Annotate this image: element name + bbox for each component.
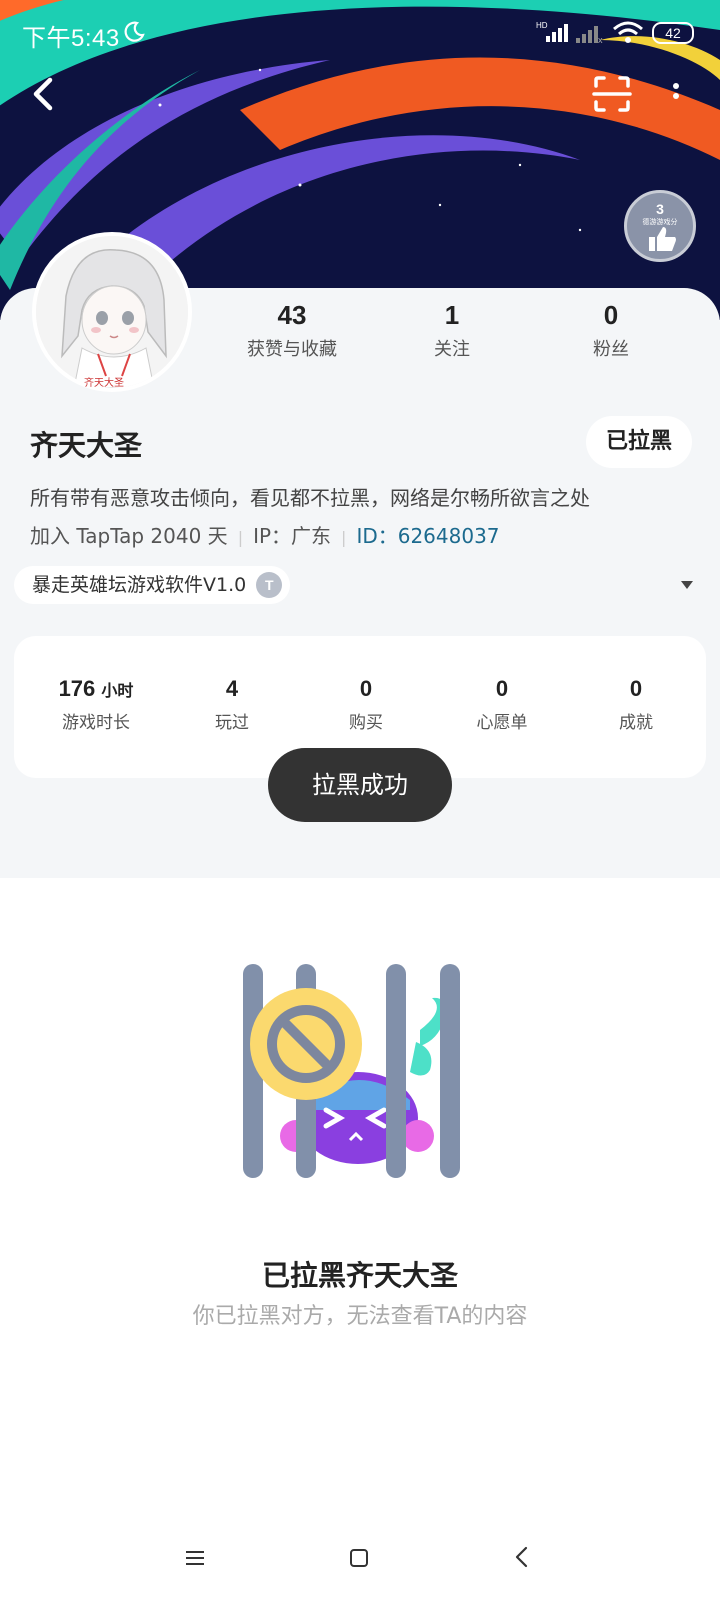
more-options-icon[interactable] bbox=[664, 78, 688, 114]
game-tag-icon: T bbox=[256, 572, 283, 598]
game-chip[interactable]: 暴走英雄坛游戏软件V1.0 T bbox=[14, 566, 291, 604]
home-icon[interactable] bbox=[349, 1548, 369, 1568]
system-nav-bar bbox=[0, 1540, 720, 1580]
status-time: 下午5:43 bbox=[22, 25, 120, 52]
blocked-cage-illustration bbox=[243, 964, 460, 1178]
signal-icon: HD bbox=[536, 21, 568, 42]
avatar-caption: 齐天大圣 bbox=[84, 378, 124, 389]
profile-meta: 加入 TapTap 2040 天 | IP：广东 | ID：62648037 bbox=[30, 520, 500, 549]
stat-likes[interactable]: 43 获赞与收藏 bbox=[222, 300, 362, 361]
thumbs-up-icon bbox=[649, 227, 676, 251]
nav-back-icon[interactable] bbox=[514, 1546, 530, 1568]
empty-state-title: 已拉黑齐天大圣 bbox=[261, 1259, 458, 1292]
user-id[interactable]: ID：62648037 bbox=[356, 524, 499, 548]
stat-label: 获赞与收藏 bbox=[247, 339, 337, 360]
dropdown-arrow-icon[interactable] bbox=[680, 580, 694, 590]
blocked-button[interactable]: 已拉黑 bbox=[586, 416, 692, 468]
game-stat-label: 玩过 bbox=[215, 713, 249, 733]
game-stat-number: 176 bbox=[58, 676, 96, 701]
game-stat-label: 心愿单 bbox=[476, 713, 528, 733]
game-stat-value: 4 bbox=[225, 676, 239, 701]
game-stat-value: 176 小时 bbox=[36, 676, 156, 702]
stat-value: 43 bbox=[277, 300, 307, 330]
game-stat-label: 成就 bbox=[619, 713, 653, 733]
toast-message: 拉黑成功 bbox=[268, 748, 452, 822]
empty-state-description: 你已拉黑对方，无法查看TA的内容 bbox=[192, 1304, 528, 1329]
game-chip-label: 暴走英雄坛游戏软件V1.0 bbox=[32, 574, 247, 596]
stat-value: 1 bbox=[444, 300, 460, 330]
game-stat-label: 购买 bbox=[349, 713, 383, 733]
svg-text:HD: HD bbox=[536, 21, 548, 30]
game-stat-playtime[interactable]: 176 小时 游戏时长 bbox=[36, 676, 156, 733]
game-stat-label: 游戏时长 bbox=[62, 713, 130, 733]
avatar[interactable] bbox=[32, 232, 192, 392]
game-stat-value: 0 bbox=[495, 676, 509, 701]
game-stat-played[interactable]: 4 玩过 bbox=[172, 676, 292, 733]
stat-label: 粉丝 bbox=[593, 339, 629, 360]
game-stat-wishlist[interactable]: 0 心愿单 bbox=[442, 676, 562, 733]
stat-followers[interactable]: 0 粉丝 bbox=[541, 300, 681, 361]
meta-divider: | bbox=[237, 528, 244, 547]
game-stat-achievements[interactable]: 0 成就 bbox=[576, 676, 696, 733]
joined-days: 加入 TapTap 2040 天 bbox=[30, 524, 228, 548]
game-stat-purchased[interactable]: 0 购买 bbox=[306, 676, 426, 733]
scan-icon[interactable] bbox=[592, 74, 632, 114]
signal-2-icon: x bbox=[576, 26, 603, 44]
stat-value: 0 bbox=[603, 300, 619, 330]
stat-label: 关注 bbox=[434, 339, 470, 360]
ip-location: IP：广东 bbox=[253, 524, 332, 548]
game-stat-value: 0 bbox=[359, 676, 373, 701]
username: 齐天大圣 bbox=[30, 429, 143, 462]
back-arrow-icon[interactable] bbox=[24, 70, 64, 118]
menu-icon[interactable] bbox=[184, 1548, 206, 1568]
battery-indicator: 42 bbox=[652, 22, 694, 44]
level-badge[interactable]: 3 德游游戏分 bbox=[624, 190, 696, 262]
status-bar: 下午5:43 HD x 42 bbox=[0, 0, 720, 64]
meta-divider: | bbox=[341, 528, 347, 547]
game-stat-value: 0 bbox=[629, 676, 643, 701]
badge-level: 3 bbox=[656, 201, 664, 217]
wifi-icon bbox=[613, 21, 643, 43]
moon-icon bbox=[124, 21, 145, 42]
bio-text: 所有带有恶意攻击倾向，看见都不拉黑，网络是尔畅所欲言之处 bbox=[30, 486, 590, 510]
stat-following[interactable]: 1 关注 bbox=[382, 300, 522, 361]
game-stat-unit: 小时 bbox=[101, 683, 134, 700]
avatar-image bbox=[36, 236, 188, 388]
svg-text:x: x bbox=[598, 35, 603, 44]
